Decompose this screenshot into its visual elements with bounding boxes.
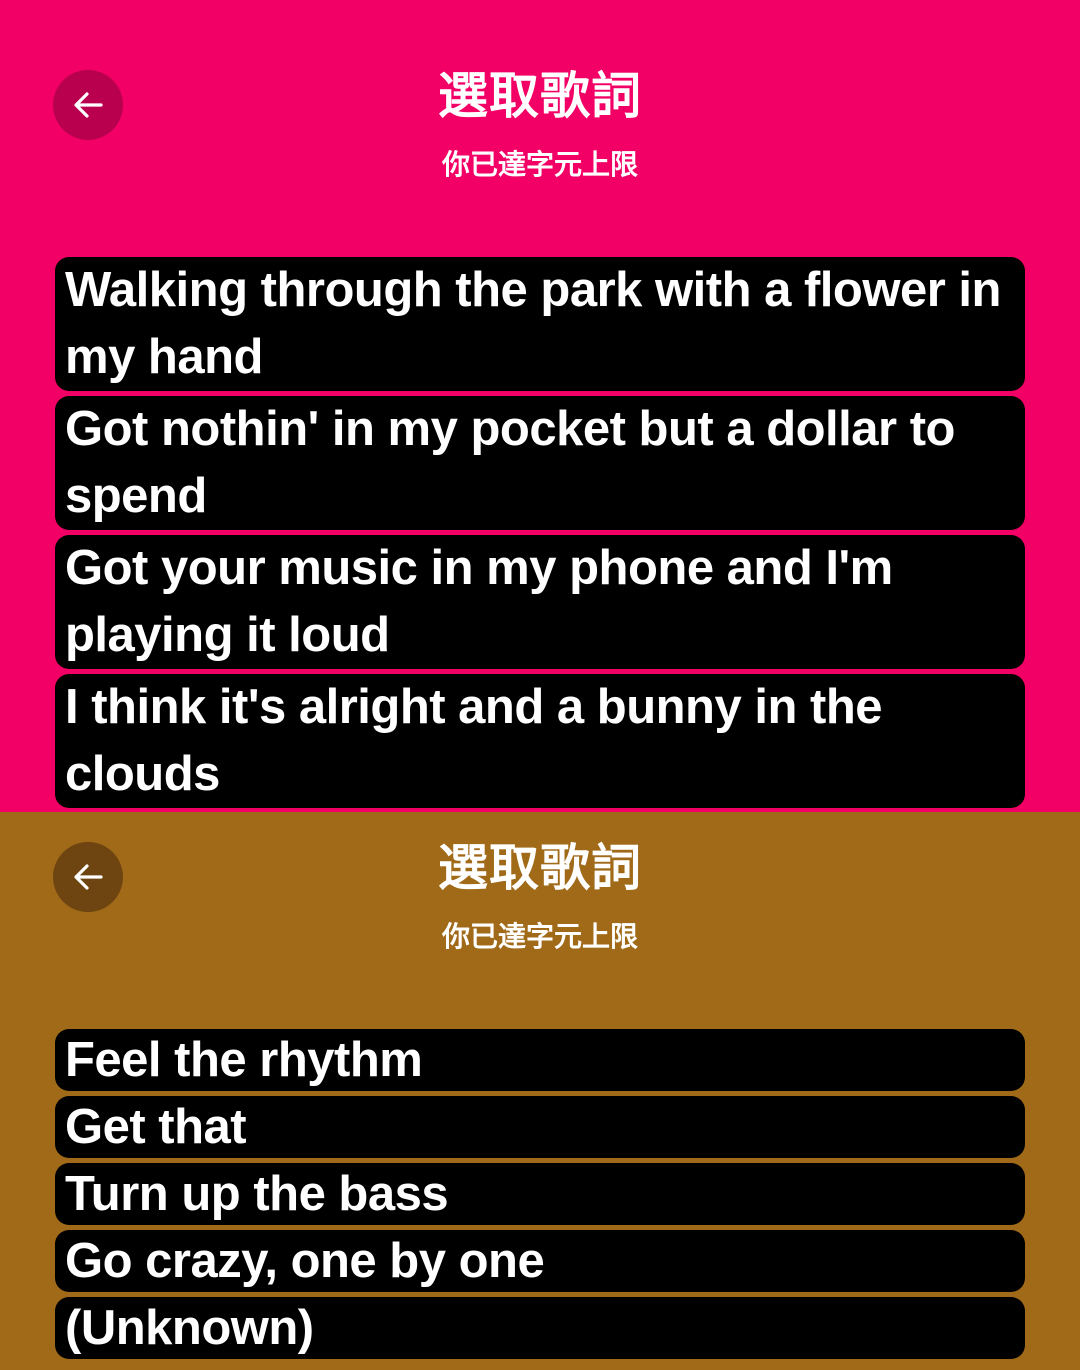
lyric-line[interactable]: Turn up the bass bbox=[55, 1163, 1025, 1225]
character-limit-notice: 你已達字元上限 bbox=[441, 148, 638, 181]
lyric-line[interactable]: (Unknown) bbox=[55, 1297, 1025, 1359]
lyric-line[interactable]: Got your music in my phone and I'm playi… bbox=[55, 535, 1025, 669]
lyrics-list: Walking through the park with a flower i… bbox=[55, 257, 1025, 812]
lyric-line[interactable]: Go crazy, one by one bbox=[55, 1230, 1025, 1292]
character-limit-notice: 你已達字元上限 bbox=[441, 920, 638, 953]
page-title: 選取歌詞 bbox=[438, 839, 642, 897]
lyrics-selection-screen-gold: 選取歌詞 你已達字元上限 Feel the rhythm Get that Tu… bbox=[0, 812, 1080, 1370]
lyric-line[interactable]: I think it's alright and a bunny in the … bbox=[55, 674, 1025, 808]
lyric-line[interactable]: Get that bbox=[55, 1096, 1025, 1158]
lyric-line[interactable]: Got nothin' in my pocket but a dollar to… bbox=[55, 396, 1025, 530]
lyric-line[interactable]: Walking through the park with a flower i… bbox=[55, 257, 1025, 391]
lyrics-list: Feel the rhythm Get that Turn up the bas… bbox=[55, 1029, 1025, 1364]
lyric-line[interactable]: Feel the rhythm bbox=[55, 1029, 1025, 1091]
lyrics-selection-screen-pink: 選取歌詞 你已達字元上限 Walking through the park wi… bbox=[0, 0, 1080, 812]
page-title: 選取歌詞 bbox=[438, 67, 642, 125]
